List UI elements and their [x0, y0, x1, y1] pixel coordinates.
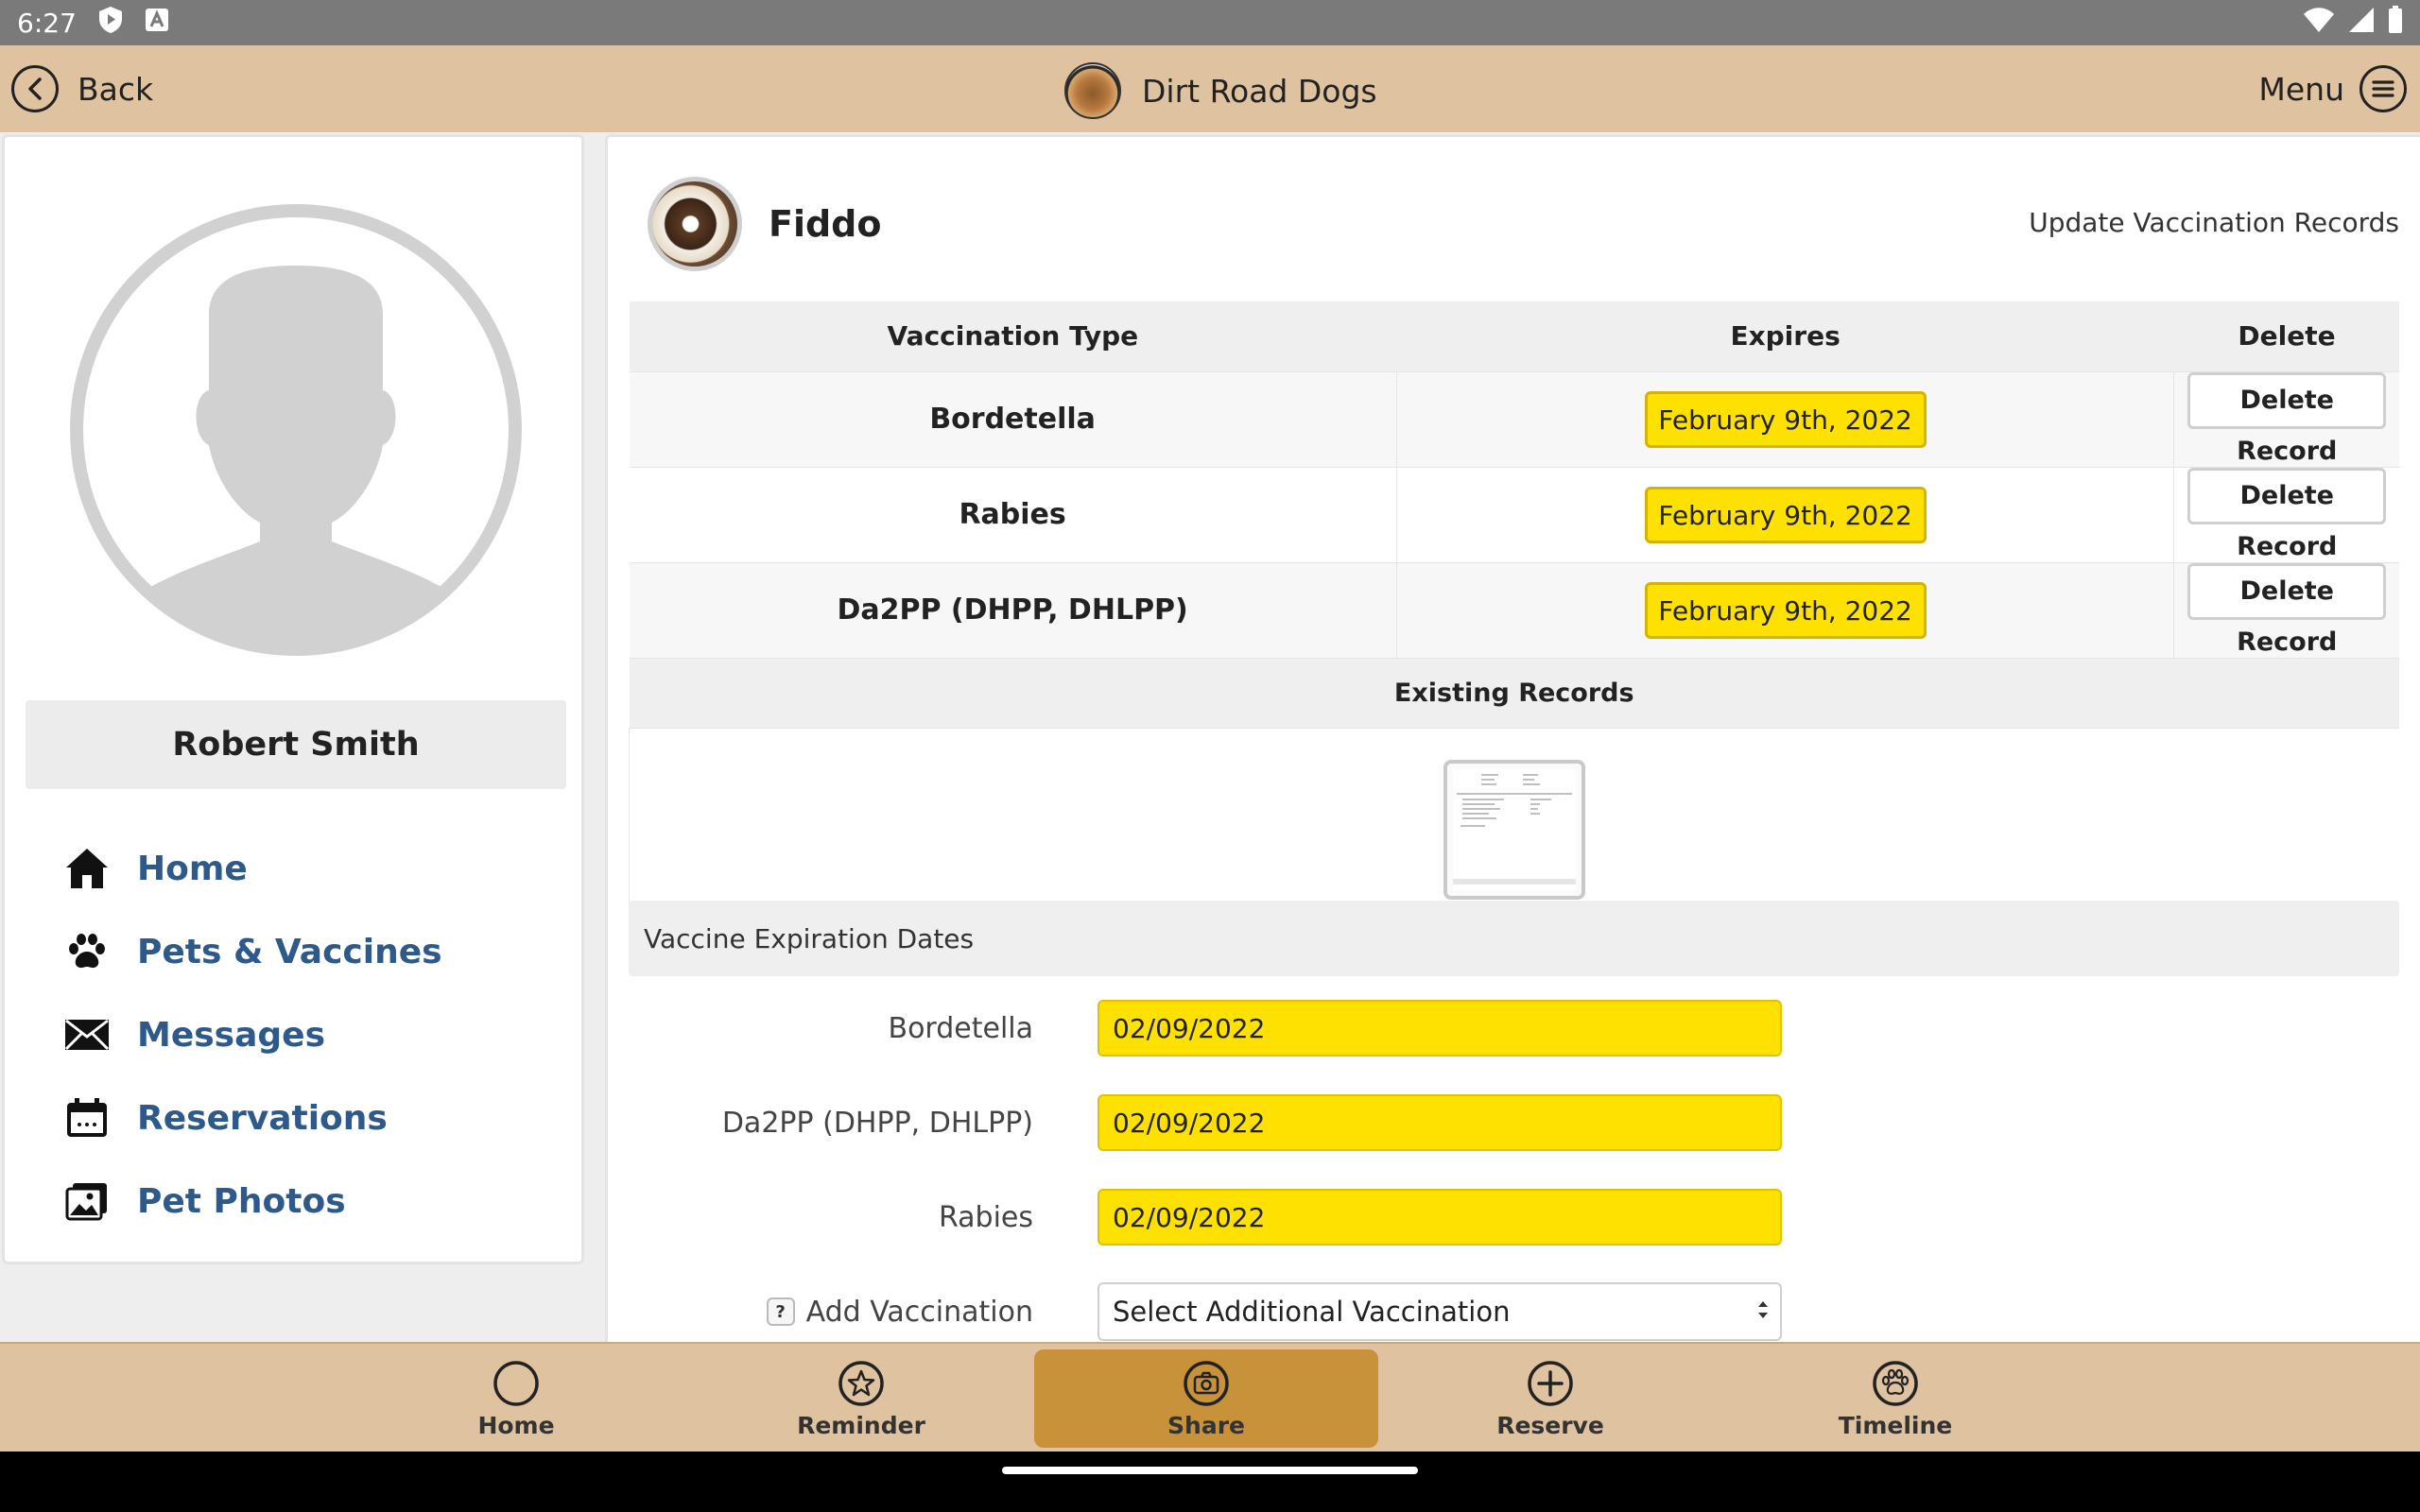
plus-circle-icon [1526, 1359, 1575, 1408]
paw-icon [63, 928, 111, 975]
vaccination-table: Vaccination Type Expires Delete Bordetel… [629, 301, 2399, 936]
system-navigation-bar [0, 1452, 2420, 1512]
record-document-thumbnail[interactable] [1443, 760, 1585, 900]
tab-timeline[interactable]: Timeline [1723, 1344, 2067, 1453]
table-row: Da2PP (DHPP, DHLPP) February 9th, 2022 D… [629, 561, 2399, 658]
table-row: Bordetella February 9th, 2022 Delete Rec… [629, 370, 2399, 467]
sidebar-item-label: Home [137, 849, 248, 888]
app-header: Back Dirt Road Dogs Menu [0, 45, 2420, 132]
form-row-rabies: Rabies 02/09/2022 [608, 1188, 2420, 1246]
pet-photo [648, 177, 742, 271]
menu-label: Menu [2258, 70, 2344, 108]
tab-share[interactable]: Share [1034, 1349, 1378, 1448]
brand-logo [1064, 62, 1121, 119]
circle-icon [492, 1359, 541, 1408]
field-label: Add Vaccination [805, 1295, 1033, 1329]
form-row-da2pp: Da2PP (DHPP, DHLPP) 02/09/2022 [608, 1093, 2420, 1152]
status-bar: 6:27 [0, 0, 2420, 45]
signal-icon [2348, 7, 2375, 40]
additional-vaccination-select[interactable]: Select Additional Vaccination [1098, 1282, 1782, 1341]
sidebar-item-reservations[interactable]: Reservations [5, 1076, 581, 1160]
add-vaccination-label-group: ? Add Vaccination [766, 1295, 1033, 1329]
shield-play-icon [97, 6, 124, 41]
delete-record-button[interactable]: Delete Record [2187, 371, 2387, 466]
pet-name: Fiddo [769, 203, 882, 245]
sidebar: Robert Smith Home Pets & Vaccines Messag… [2, 134, 584, 1264]
column-header-type: Vaccination Type [887, 320, 1139, 352]
tab-label: Share [1167, 1411, 1245, 1439]
tab-label: Timeline [1838, 1411, 1953, 1439]
help-icon[interactable]: ? [766, 1297, 795, 1326]
column-header-expires: Expires [1730, 320, 1841, 352]
profile-name: Robert Smith [26, 700, 566, 789]
wifi-icon [2303, 7, 2335, 40]
menu-button[interactable]: Menu [2258, 62, 2407, 115]
existing-records-label: Existing Records [629, 657, 2399, 728]
sidebar-item-pet-photos[interactable]: Pet Photos [5, 1160, 581, 1243]
tab-home[interactable]: Home [344, 1344, 688, 1453]
vaccination-type: Da2PP (DHPP, DHLPP) [629, 561, 1397, 658]
tab-reminder[interactable]: Reminder [689, 1344, 1033, 1453]
update-vaccination-records-link[interactable]: Update Vaccination Records [2029, 207, 2399, 238]
table-row: Rabies February 9th, 2022 Delete Record [629, 466, 2399, 562]
sidebar-item-label: Pet Photos [137, 1181, 346, 1221]
sidebar-item-messages[interactable]: Messages [5, 993, 581, 1076]
field-label: Bordetella [888, 1011, 1033, 1045]
status-time: 6:27 [17, 7, 77, 39]
field-label: Da2PP (DHPP, DHLPP) [721, 1106, 1033, 1140]
paw-circle-icon [1871, 1359, 1920, 1408]
back-button[interactable]: Back [11, 62, 153, 115]
sidebar-item-home[interactable]: Home [5, 827, 581, 910]
main-panel: Fiddo Update Vaccination Records Vaccina… [605, 134, 2420, 1342]
chevron-left-icon [11, 65, 59, 112]
user-silhouette-icon [70, 204, 522, 656]
camera-icon [1182, 1359, 1231, 1408]
battery-icon [2388, 5, 2403, 41]
sidebar-item-label: Messages [137, 1015, 326, 1055]
expires-date-badge: February 9th, 2022 [1644, 486, 1927, 543]
hamburger-icon [2360, 65, 2407, 112]
back-label: Back [78, 70, 154, 108]
delete-record-button[interactable]: Delete Record [2187, 562, 2387, 657]
sidebar-nav: Home Pets & Vaccines Messages Reservatio… [5, 827, 581, 1243]
font-a-icon [145, 8, 169, 39]
rabies-date-field[interactable]: 02/09/2022 [1098, 1189, 1782, 1246]
bottom-tab-bar: Home Reminder Share Reserve Timeline [0, 1342, 2420, 1452]
tab-label: Reminder [797, 1411, 925, 1439]
select-value: Select Additional Vaccination [1113, 1296, 1511, 1328]
sidebar-item-pets-vaccines[interactable]: Pets & Vaccines [5, 910, 581, 993]
sidebar-item-label: Reservations [137, 1098, 388, 1138]
pet-header: Fiddo [648, 177, 882, 271]
photos-icon [63, 1177, 111, 1225]
vaccination-type: Rabies [629, 466, 1397, 562]
envelope-icon [63, 1011, 111, 1058]
app-title: Dirt Road Dogs [1142, 72, 1377, 110]
da2pp-date-field[interactable]: 02/09/2022 [1098, 1094, 1782, 1151]
column-header-delete: Delete [2238, 320, 2336, 352]
select-arrows-icon [1755, 1297, 1771, 1322]
bordetella-date-field[interactable]: 02/09/2022 [1098, 1000, 1782, 1057]
document-preview-icon [1453, 769, 1576, 890]
vaccination-type: Bordetella [629, 370, 1397, 467]
star-icon [837, 1359, 886, 1408]
form-row-add-vaccination: ? Add Vaccination Select Additional Vacc… [608, 1282, 2420, 1341]
existing-records-header: Existing Records [629, 657, 2399, 728]
brand: Dirt Road Dogs [1064, 62, 1377, 119]
calendar-icon [63, 1094, 111, 1142]
tab-reserve[interactable]: Reserve [1378, 1344, 1722, 1453]
sidebar-item-label: Pets & Vaccines [137, 932, 442, 971]
delete-record-button[interactable]: Delete Record [2187, 467, 2387, 561]
home-icon [63, 845, 111, 892]
vaccine-expiration-section-title: Vaccine Expiration Dates [629, 901, 2399, 976]
field-label: Rabies [938, 1200, 1033, 1234]
table-header-row: Vaccination Type Expires Delete [629, 301, 2399, 371]
tab-label: Reserve [1496, 1411, 1604, 1439]
home-gesture-handle[interactable] [1002, 1467, 1418, 1474]
avatar [67, 201, 525, 659]
expires-date-badge: February 9th, 2022 [1644, 390, 1927, 448]
form-row-bordetella: Bordetella 02/09/2022 [608, 999, 2420, 1057]
tab-label: Home [477, 1411, 555, 1439]
expires-date-badge: February 9th, 2022 [1644, 581, 1927, 639]
